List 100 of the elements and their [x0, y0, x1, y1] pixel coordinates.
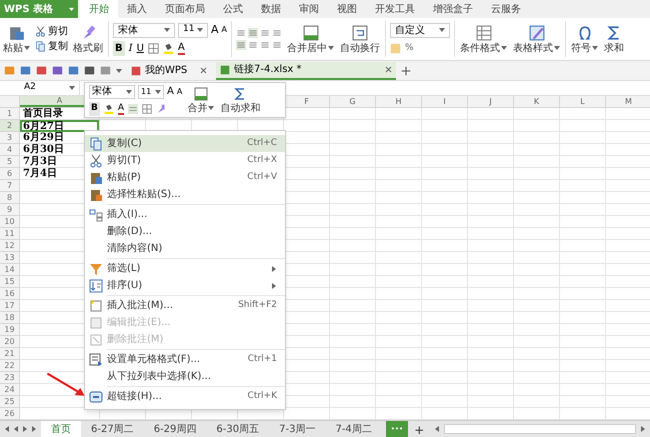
row-header[interactable]: 23 — [0, 372, 20, 384]
sheet-tab[interactable]: 6-27周二 — [81, 421, 144, 437]
row-header[interactable]: 16 — [0, 288, 20, 300]
column-header[interactable]: J — [468, 96, 514, 107]
ribbon-tab[interactable]: 视图 — [328, 0, 366, 18]
row-header[interactable]: 18 — [0, 312, 20, 324]
row-header[interactable]: 12 — [0, 240, 20, 252]
row-header[interactable]: 15 — [0, 276, 20, 288]
merge-button[interactable]: 合并 — [186, 86, 216, 114]
document-tab[interactable]: 我的WPS — [127, 62, 211, 80]
row-header[interactable]: 1 — [0, 108, 20, 120]
ribbon-tab[interactable]: 开始 — [80, 0, 118, 18]
table-cell[interactable]: 7月4日 — [20, 168, 60, 180]
add-sheet-button[interactable]: + — [408, 421, 430, 437]
document-tab[interactable]: 链接7-4.xlsx * — [216, 62, 396, 80]
menu-item[interactable]: 粘贴(P) Ctrl+V — [85, 169, 285, 186]
row-header[interactable]: 7 — [0, 180, 20, 192]
font-color-button[interactable]: A — [178, 42, 185, 56]
cut-button[interactable]: 剪切 — [35, 26, 68, 37]
menu-item[interactable]: 筛选(L) — [85, 260, 285, 277]
bold-button[interactable]: B — [89, 102, 100, 116]
row-header[interactable]: 25 — [0, 396, 20, 408]
row-header[interactable]: 8 — [0, 192, 20, 204]
table-style-button[interactable]: 表格样式 — [512, 24, 562, 54]
ribbon-tab[interactable]: 数据 — [252, 0, 290, 18]
size-dropdown[interactable]: 11 — [138, 84, 164, 99]
row-header[interactable]: 13 — [0, 252, 20, 264]
row-header[interactable]: 10 — [0, 216, 20, 228]
row-header[interactable]: 4 — [0, 144, 20, 156]
row-header[interactable]: 14 — [0, 264, 20, 276]
row-header[interactable]: 22 — [0, 360, 20, 372]
number-format-dropdown[interactable]: 自定义 — [390, 22, 450, 38]
font-dropdown[interactable]: 宋体 — [113, 22, 175, 38]
row-header[interactable]: 24 — [0, 384, 20, 396]
row-header[interactable]: 20 — [0, 336, 20, 348]
row-header[interactable]: 26 — [0, 408, 20, 420]
sum-button[interactable]: 求和 — [603, 24, 626, 54]
menu-item[interactable]: 设置单元格格式(F)... Ctrl+1 — [85, 351, 285, 368]
menu-item[interactable]: 超链接(H)... Ctrl+K — [85, 388, 285, 405]
autosum-button[interactable]: 自动求和 — [219, 86, 262, 114]
ribbon-tab[interactable]: 云服务 — [482, 0, 530, 18]
format-painter-button[interactable]: 格式刷 — [72, 24, 104, 54]
row-header[interactable]: 2 — [0, 120, 20, 132]
column-header[interactable]: I — [422, 96, 468, 107]
underline-button[interactable]: U — [136, 41, 144, 56]
table-cell[interactable]: 6月29日 — [20, 132, 67, 144]
app-menu-button[interactable]: WPS 表格 — [0, 0, 78, 18]
sheet-tab[interactable]: 首页 — [41, 421, 81, 437]
menu-item[interactable]: 排序(U) — [85, 277, 285, 294]
table-cell[interactable]: 6月30日 — [20, 144, 67, 156]
shrink-font-button[interactable]: A — [176, 86, 182, 98]
table-cell[interactable]: 首页目录 — [20, 108, 66, 120]
row-header[interactable]: 21 — [0, 348, 20, 360]
menu-item[interactable]: 删除(D)... — [85, 223, 285, 240]
row-header[interactable]: 6 — [0, 168, 20, 180]
wrap-text-button[interactable]: 自动换行 — [339, 24, 382, 54]
copy-button[interactable]: 复制 — [35, 41, 68, 52]
shrink-font-button[interactable]: A — [222, 24, 228, 36]
table-cell[interactable]: 7月3日 — [20, 156, 60, 168]
row-header[interactable]: 9 — [0, 204, 20, 216]
ribbon-tab[interactable]: 页面布局 — [156, 0, 214, 18]
conditional-format-button[interactable]: 条件格式 — [459, 24, 508, 54]
percent-button[interactable]: % — [405, 42, 414, 56]
merge-center-button[interactable]: 合并居中 — [286, 24, 336, 54]
column-header[interactable]: G — [330, 96, 376, 107]
name-box[interactable]: A2 — [0, 81, 80, 95]
horizontal-scrollbar[interactable] — [444, 424, 636, 434]
font-color-button[interactable]: A — [118, 104, 124, 114]
column-header[interactable]: L — [560, 96, 606, 107]
sheet-tab[interactable]: 7-4周二 — [325, 421, 382, 437]
menu-item[interactable]: 插入批注(M)... Shift+F2 — [85, 297, 285, 314]
row-header[interactable]: 19 — [0, 324, 20, 336]
ribbon-tab[interactable]: 审阅 — [290, 0, 328, 18]
italic-button[interactable]: I — [128, 41, 133, 56]
menu-item[interactable]: 从下拉列表中选择(K)... — [85, 368, 285, 385]
paste-button[interactable]: 粘贴 — [2, 24, 31, 54]
column-header[interactable]: H — [376, 96, 422, 107]
row-header[interactable]: 17 — [0, 300, 20, 312]
ribbon-tab[interactable]: 增强盒子 — [424, 0, 482, 18]
ribbon-tab[interactable]: 公式 — [214, 0, 252, 18]
row-header[interactable]: 11 — [0, 228, 20, 240]
row-header[interactable]: 5 — [0, 156, 20, 168]
ribbon-tab[interactable]: 开发工具 — [366, 0, 424, 18]
size-dropdown[interactable]: 11 — [178, 22, 208, 38]
sheet-tab[interactable]: 7-3周一 — [269, 421, 326, 437]
menu-item[interactable]: 复制(C) Ctrl+C — [85, 135, 285, 152]
column-header[interactable]: M — [606, 96, 650, 107]
grow-font-button[interactable]: A — [211, 22, 219, 38]
symbol-button[interactable]: 符号 — [570, 24, 600, 54]
font-dropdown[interactable]: 宋体 — [89, 84, 135, 99]
sheet-tab[interactable]: 6-30周五 — [206, 421, 270, 437]
grow-font-button[interactable]: A — [167, 84, 174, 100]
row-header[interactable]: 3 — [0, 132, 20, 144]
menu-item[interactable]: 选择性粘贴(S)... — [85, 186, 285, 203]
menu-item[interactable]: 剪切(T) Ctrl+X — [85, 152, 285, 169]
ribbon-tab[interactable]: 插入 — [118, 0, 156, 18]
menu-item[interactable]: 清除内容(N) — [85, 240, 285, 257]
menu-item[interactable]: 插入(I)... — [85, 206, 285, 223]
bold-button[interactable]: B — [113, 41, 125, 56]
column-header[interactable]: K — [514, 96, 560, 107]
